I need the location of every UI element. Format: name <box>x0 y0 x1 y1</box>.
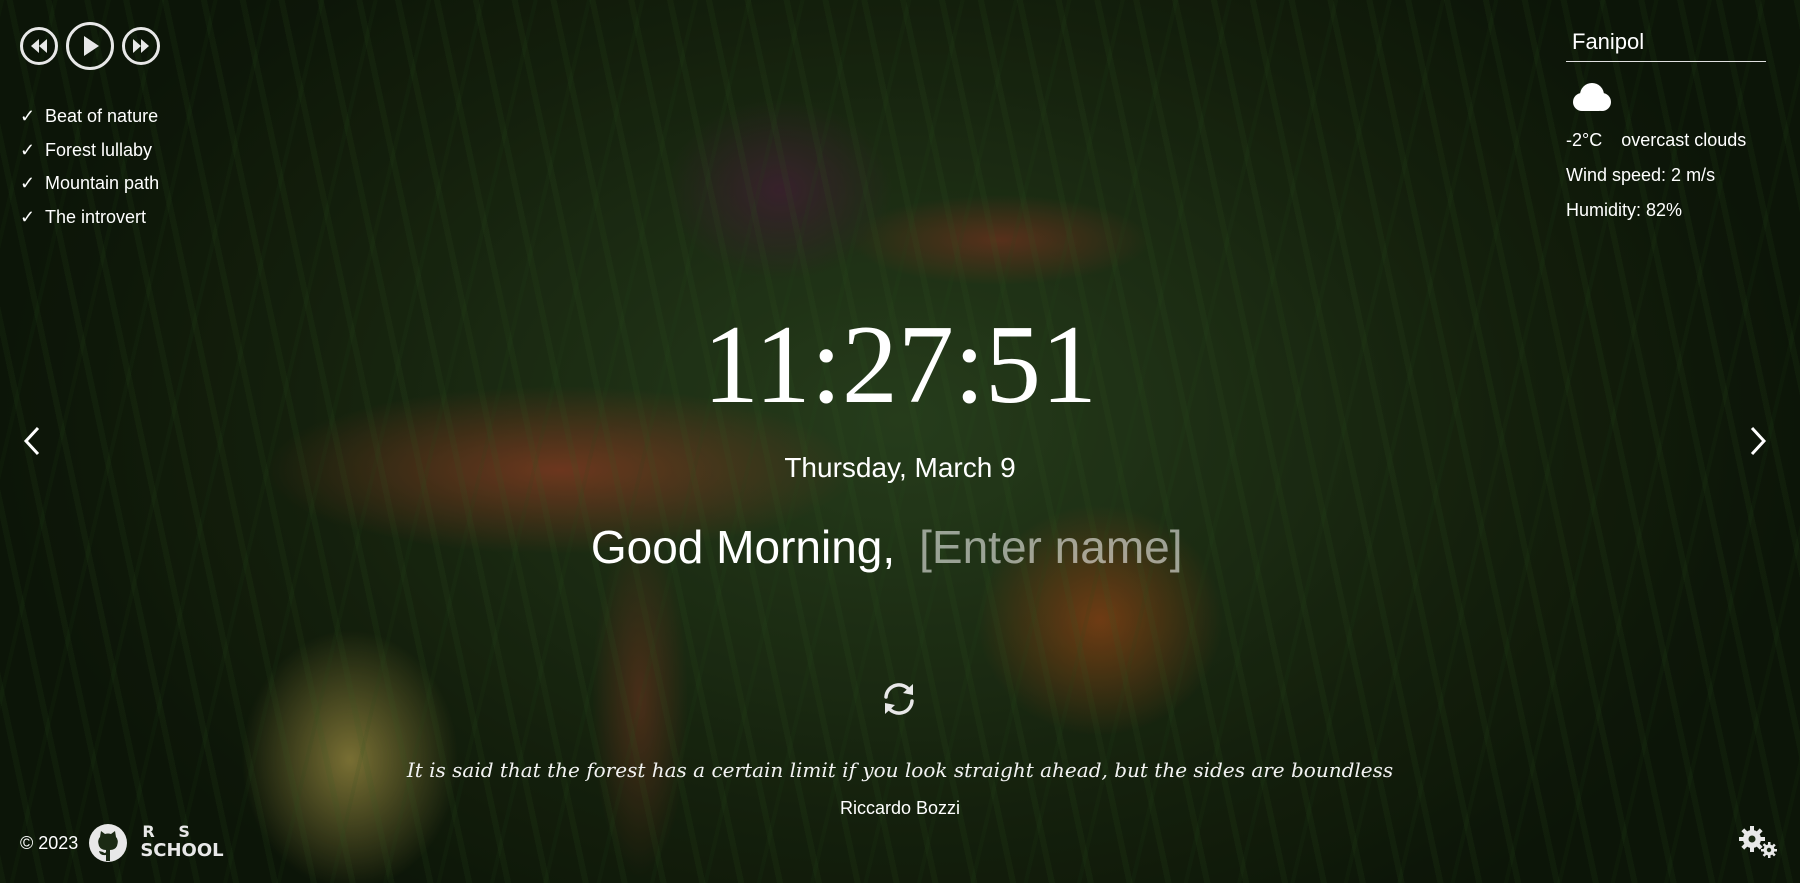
fast-forward-icon <box>133 39 149 53</box>
next-track-button[interactable] <box>122 27 160 65</box>
logo-letter-r: R <box>142 822 155 841</box>
refresh-quote-icon[interactable] <box>878 678 920 720</box>
track-title: The introvert <box>45 206 147 227</box>
cloud-icon <box>1573 83 1611 111</box>
play-icon <box>84 36 99 56</box>
clock-time: 11:27:51 <box>702 303 1098 427</box>
temperature: -2°C <box>1566 130 1603 150</box>
quote-text: It is said that the forest has a certain… <box>406 758 1394 782</box>
clock-date: Thursday, March 9 <box>784 452 1016 483</box>
play-button[interactable] <box>66 22 114 70</box>
playlist-item[interactable]: ✓ The introvert <box>20 207 159 241</box>
background-image: ✓ Beat of nature ✓ Forest lullaby ✓ Moun… <box>0 0 1800 883</box>
playlist: ✓ Beat of nature ✓ Forest lullaby ✓ Moun… <box>20 106 159 240</box>
settings-gear-icon[interactable] <box>1736 822 1780 860</box>
quote-author: Riccardo Bozzi <box>839 798 961 818</box>
city-input[interactable] <box>1566 22 1766 62</box>
background-overlay <box>0 0 1800 883</box>
track-title: Forest lullaby <box>45 139 153 160</box>
logo-letter-s: S <box>178 822 190 841</box>
background-texture <box>0 0 1800 883</box>
playlist-item[interactable]: ✓ Beat of nature <box>20 106 159 140</box>
weather-description: overcast clouds <box>1621 130 1747 150</box>
audio-player <box>20 22 160 70</box>
name-input[interactable] <box>919 520 1210 574</box>
greeting-text: Good Morning, <box>590 521 896 573</box>
track-title: Beat of nature <box>45 106 159 126</box>
playlist-item[interactable]: ✓ Forest lullaby <box>20 140 159 174</box>
wind-speed: Wind speed: 2 m/s <box>1566 165 1716 185</box>
github-icon[interactable] <box>88 823 128 863</box>
check-icon: ✓ <box>20 173 36 193</box>
logo-school-text: SCHOOL <box>140 840 224 861</box>
weather-summary: -2°C overcast clouds <box>1566 130 1766 151</box>
weather-icon-wrap <box>1566 80 1766 116</box>
greeting: Good Morning, <box>0 520 1800 574</box>
rewind-icon <box>31 39 47 53</box>
prev-track-button[interactable] <box>20 27 58 65</box>
check-icon: ✓ <box>20 206 36 227</box>
rs-school-logo[interactable]: R S SCHOOL <box>138 822 223 864</box>
playlist-item[interactable]: ✓ Mountain path <box>20 173 159 207</box>
copyright: © 2023 <box>20 832 79 853</box>
check-icon: ✓ <box>20 139 36 160</box>
humidity: Humidity: 82% <box>1566 200 1683 220</box>
footer: © 2023 R S SCHOOL <box>20 822 224 864</box>
weather-widget: -2°C overcast clouds Wind speed: 2 m/s H… <box>1566 22 1766 221</box>
track-title: Mountain path <box>45 173 160 193</box>
check-icon: ✓ <box>20 106 36 126</box>
